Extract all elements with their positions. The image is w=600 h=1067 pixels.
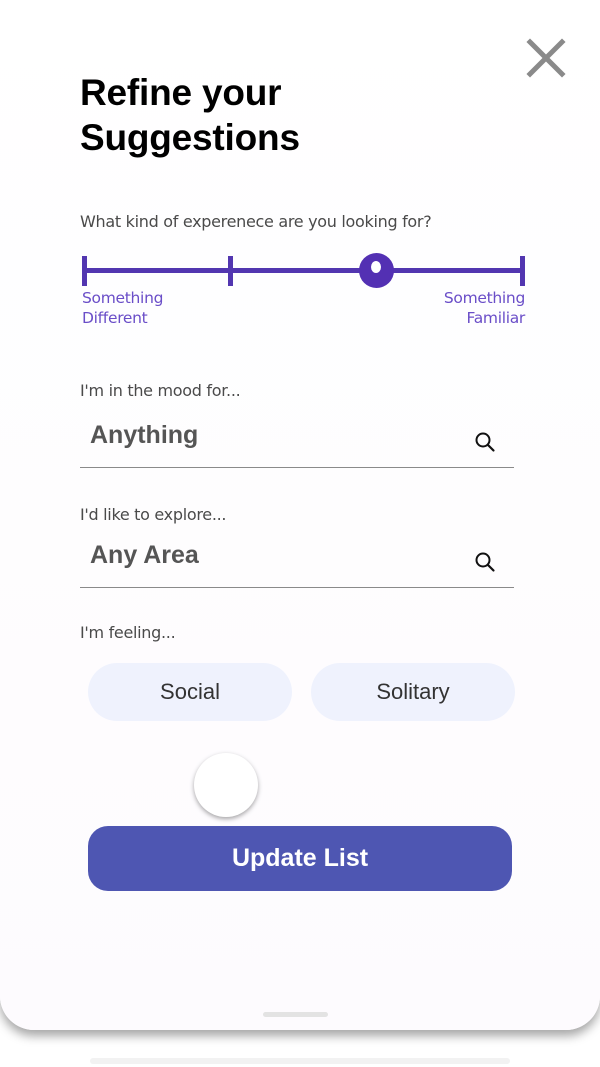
touch-indicator [194,753,258,817]
slider-tick[interactable] [82,256,87,286]
slider-tick[interactable] [520,256,525,286]
close-icon[interactable] [524,36,568,80]
slider-label-familiar: Something Familiar [443,289,525,327]
explore-prompt: I'd like to explore... [80,505,227,524]
close-button[interactable] [524,36,568,80]
home-indicator [263,1012,328,1017]
mood-prompt: I'm in the mood for... [80,381,241,400]
slider-thumb[interactable] [359,253,394,288]
explore-field[interactable]: Any Area [80,535,514,588]
slider-track[interactable] [84,268,524,273]
underlying-page-edge [90,1058,510,1064]
update-list-button[interactable]: Update List [88,826,512,891]
search-icon[interactable] [474,431,496,453]
explore-value[interactable]: Any Area [90,541,199,570]
slider-tick[interactable] [228,256,233,286]
slider-label-different: Something Different [82,289,164,327]
mood-field[interactable]: Anything [80,415,514,468]
search-icon[interactable] [474,551,496,573]
feeling-option-solitary[interactable]: Solitary [311,663,515,721]
slider-thumb-highlight [371,261,381,273]
feeling-option-social[interactable]: Social [88,663,292,721]
refine-suggestions-sheet: Refine your Suggestions What kind of exp… [0,0,600,1030]
experience-slider[interactable] [80,252,530,292]
mood-value[interactable]: Anything [90,421,198,450]
experience-prompt: What kind of experenece are you looking … [80,212,432,231]
feeling-prompt: I'm feeling... [80,623,176,642]
page-title: Refine your Suggestions [80,72,300,158]
